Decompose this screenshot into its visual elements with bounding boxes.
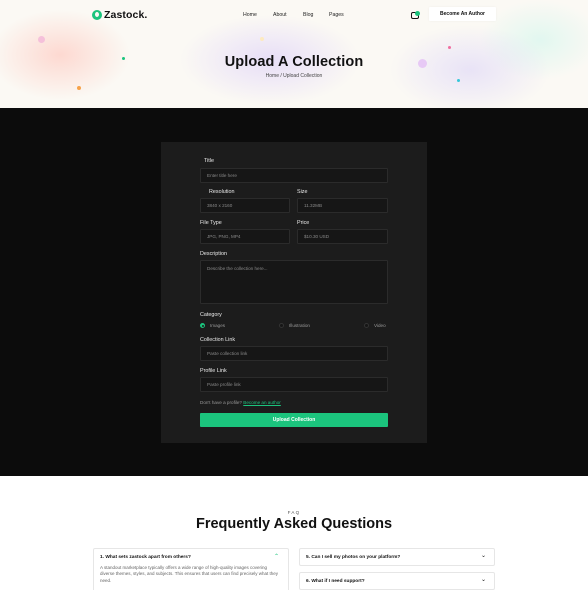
- cart-badge: [415, 11, 420, 16]
- description-label: Description: [200, 251, 227, 257]
- faq-title: Frequently Asked Questions: [195, 516, 393, 532]
- faq-item-6[interactable]: 6. What if I need support? ⌄: [299, 572, 495, 590]
- title-label: Title: [204, 158, 214, 164]
- breadcrumb: Home / Upload Collection: [265, 73, 323, 79]
- decor-dot: [38, 36, 45, 43]
- category-radio-illustration[interactable]: Illustration: [279, 323, 310, 328]
- faq-item-5[interactable]: 5. Can I sell my photos on your platform…: [299, 548, 495, 566]
- hero-banner: Zastock. Home About Blog Pages Become An…: [0, 0, 588, 108]
- upload-collection-button[interactable]: Upload Collection: [200, 413, 388, 427]
- decor-dot: [448, 46, 451, 49]
- nav-item-pages[interactable]: Pages: [329, 12, 344, 18]
- category-radio-images[interactable]: Images: [200, 323, 225, 328]
- faq-eyebrow: FAQ: [287, 510, 301, 515]
- decor-dot: [457, 79, 460, 82]
- profile-link-label: Profile Link: [200, 368, 227, 374]
- size-label: Size: [297, 189, 308, 195]
- nav-item-blog[interactable]: Blog: [303, 12, 313, 18]
- category-option-label: Illustration: [289, 323, 310, 328]
- profile-link-input[interactable]: Paste profile link: [200, 377, 388, 392]
- radio-selected-icon: [200, 323, 205, 328]
- radio-icon: [364, 323, 369, 328]
- resolution-input[interactable]: 3840 x 2160: [200, 198, 290, 213]
- decor-dot: [77, 86, 81, 90]
- category-radio-video[interactable]: Video: [364, 323, 386, 328]
- faq-answer: A standout marketplace typically offers …: [100, 565, 279, 583]
- filetype-label: File Type: [200, 220, 222, 226]
- faq-question: 5. Can I sell my photos on your platform…: [306, 555, 401, 560]
- faq-question: 6. What if I need support?: [306, 579, 365, 584]
- nav-item-home[interactable]: Home: [243, 12, 257, 18]
- no-profile-note: Don't have a profile? Become an author: [200, 400, 281, 405]
- decor-dot: [260, 37, 264, 41]
- chevron-down-icon[interactable]: ⌄: [481, 552, 486, 559]
- price-label: Price: [297, 220, 310, 226]
- radio-icon: [279, 323, 284, 328]
- description-textarea[interactable]: Describe the collection here...: [200, 260, 388, 304]
- become-author-link[interactable]: Become an author: [243, 400, 281, 405]
- category-option-label: Images: [210, 323, 226, 328]
- title-input[interactable]: Enter title here: [200, 168, 388, 183]
- chevron-up-icon[interactable]: ⌃: [274, 553, 279, 560]
- logo-icon: [92, 10, 102, 20]
- brand-logo[interactable]: Zastock.: [92, 9, 147, 21]
- collection-link-label: Collection Link: [200, 337, 236, 343]
- resolution-label: Resolution: [209, 189, 235, 195]
- collection-link-input[interactable]: Paste collection link: [200, 346, 388, 361]
- nav-item-about[interactable]: About: [273, 12, 287, 18]
- page-title: Upload A Collection: [224, 54, 364, 70]
- cart-icon[interactable]: [411, 11, 420, 19]
- chevron-down-icon[interactable]: ⌄: [481, 576, 486, 583]
- brand-name: Zastock.: [104, 9, 148, 21]
- filetype-input[interactable]: JPG, PNG, MP4: [200, 229, 290, 244]
- price-input[interactable]: $10.30 USD: [297, 229, 388, 244]
- faq-question: 1. What sets zastock apart from others?: [100, 555, 191, 560]
- become-author-button[interactable]: Become An Author: [429, 7, 496, 21]
- category-option-label: Video: [374, 323, 386, 328]
- category-label: Category: [200, 312, 222, 318]
- size-input[interactable]: 11.32MB: [297, 198, 388, 213]
- no-profile-text: Don't have a profile?: [200, 400, 242, 405]
